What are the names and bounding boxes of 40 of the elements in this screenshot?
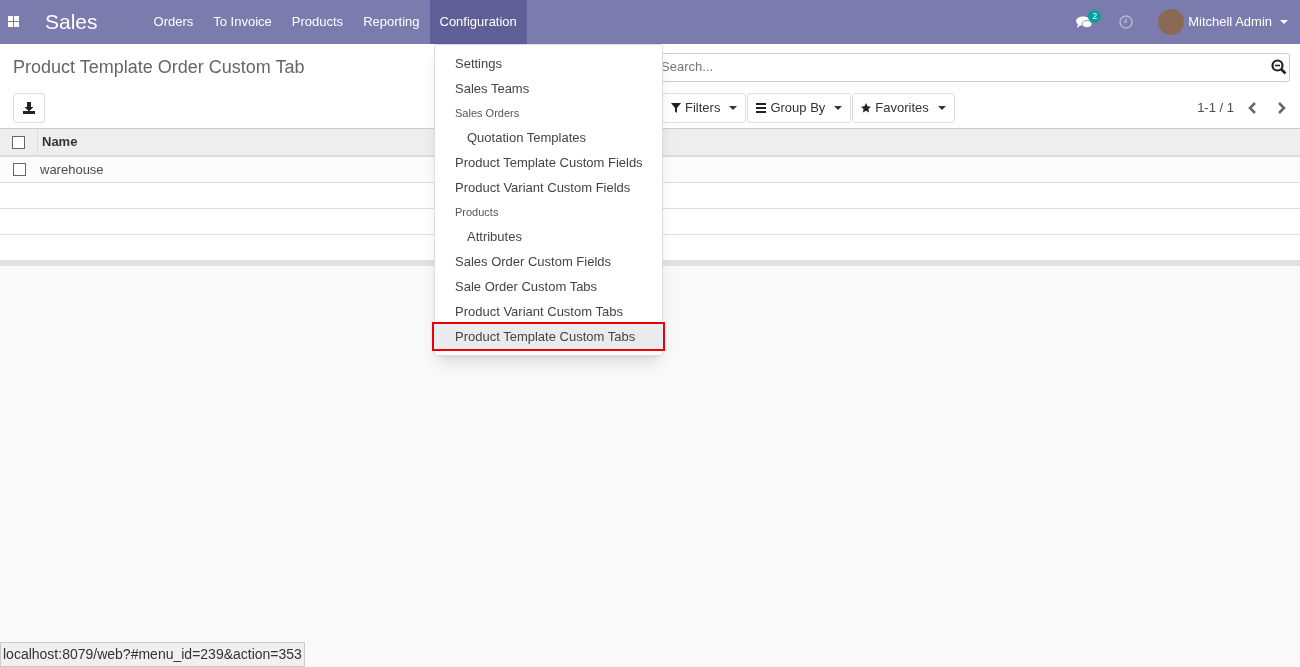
previous-icon[interactable] — [1248, 102, 1258, 114]
dropdown-menu-item[interactable]: Product Template Custom Tabs — [434, 324, 663, 349]
filter-dropdown-button[interactable]: Group By — [747, 93, 852, 123]
dropdown-menu-item[interactable]: Settings — [435, 51, 662, 76]
dropdown-menu-item[interactable]: Attributes — [435, 224, 662, 249]
nav-menu-item[interactable]: Configuration — [429, 0, 527, 44]
dropdown-menu-item[interactable]: Quotation Templates — [435, 125, 662, 150]
filter-dropdown-button[interactable]: Favorites — [852, 93, 955, 123]
next-icon[interactable] — [1276, 102, 1286, 114]
menu-section-header: Sales Orders — [454, 105, 521, 121]
nav-menu-item[interactable]: To Invoice — [203, 0, 282, 44]
dropdown-menu-item[interactable]: Sales Order Custom Fields — [435, 249, 662, 274]
search-icon[interactable] — [1271, 59, 1287, 75]
table-cell-text: warehouse — [39, 160, 104, 179]
page-title: Product Template Order Custom Tab — [13, 56, 305, 77]
dropdown-menu-item[interactable]: Product Template Custom Fields — [435, 150, 662, 175]
filter-icon — [671, 103, 681, 113]
status-url: localhost:8079/web?#menu_id=239&action=353 — [0, 642, 305, 667]
user-name[interactable]: Mitchell Admin — [1188, 12, 1272, 32]
nav-menu-item[interactable]: Products — [281, 0, 354, 44]
menu-section-header: Products — [454, 204, 500, 220]
nav-menu-item[interactable]: Reporting — [353, 0, 430, 44]
chat-icon[interactable] — [1076, 15, 1093, 29]
message-count-badge: 2 — [1088, 9, 1102, 23]
apps-menu-icon[interactable] — [8, 16, 20, 28]
dropdown-menu-item[interactable]: Sales Teams — [435, 76, 662, 101]
dropdown-menu-item[interactable]: Product Variant Custom Fields — [435, 175, 662, 200]
pager-text: 1-1 / 1 — [1197, 99, 1234, 118]
dropdown-menu-item[interactable]: Sale Order Custom Tabs — [435, 274, 662, 299]
download-icon — [23, 102, 35, 114]
row-checkbox[interactable] — [12, 163, 26, 176]
list-icon — [756, 103, 767, 113]
caret-icon[interactable] — [1280, 20, 1288, 24]
star-icon — [861, 103, 872, 113]
select-all-checkbox[interactable] — [12, 135, 25, 149]
download-button[interactable] — [13, 93, 45, 123]
column-header[interactable]: Name — [38, 132, 78, 152]
nav-menu-item[interactable]: Orders — [143, 0, 204, 44]
app-title[interactable]: Sales — [45, 6, 98, 38]
dropdown-menu-item[interactable]: Product Variant Custom Tabs — [435, 299, 662, 324]
